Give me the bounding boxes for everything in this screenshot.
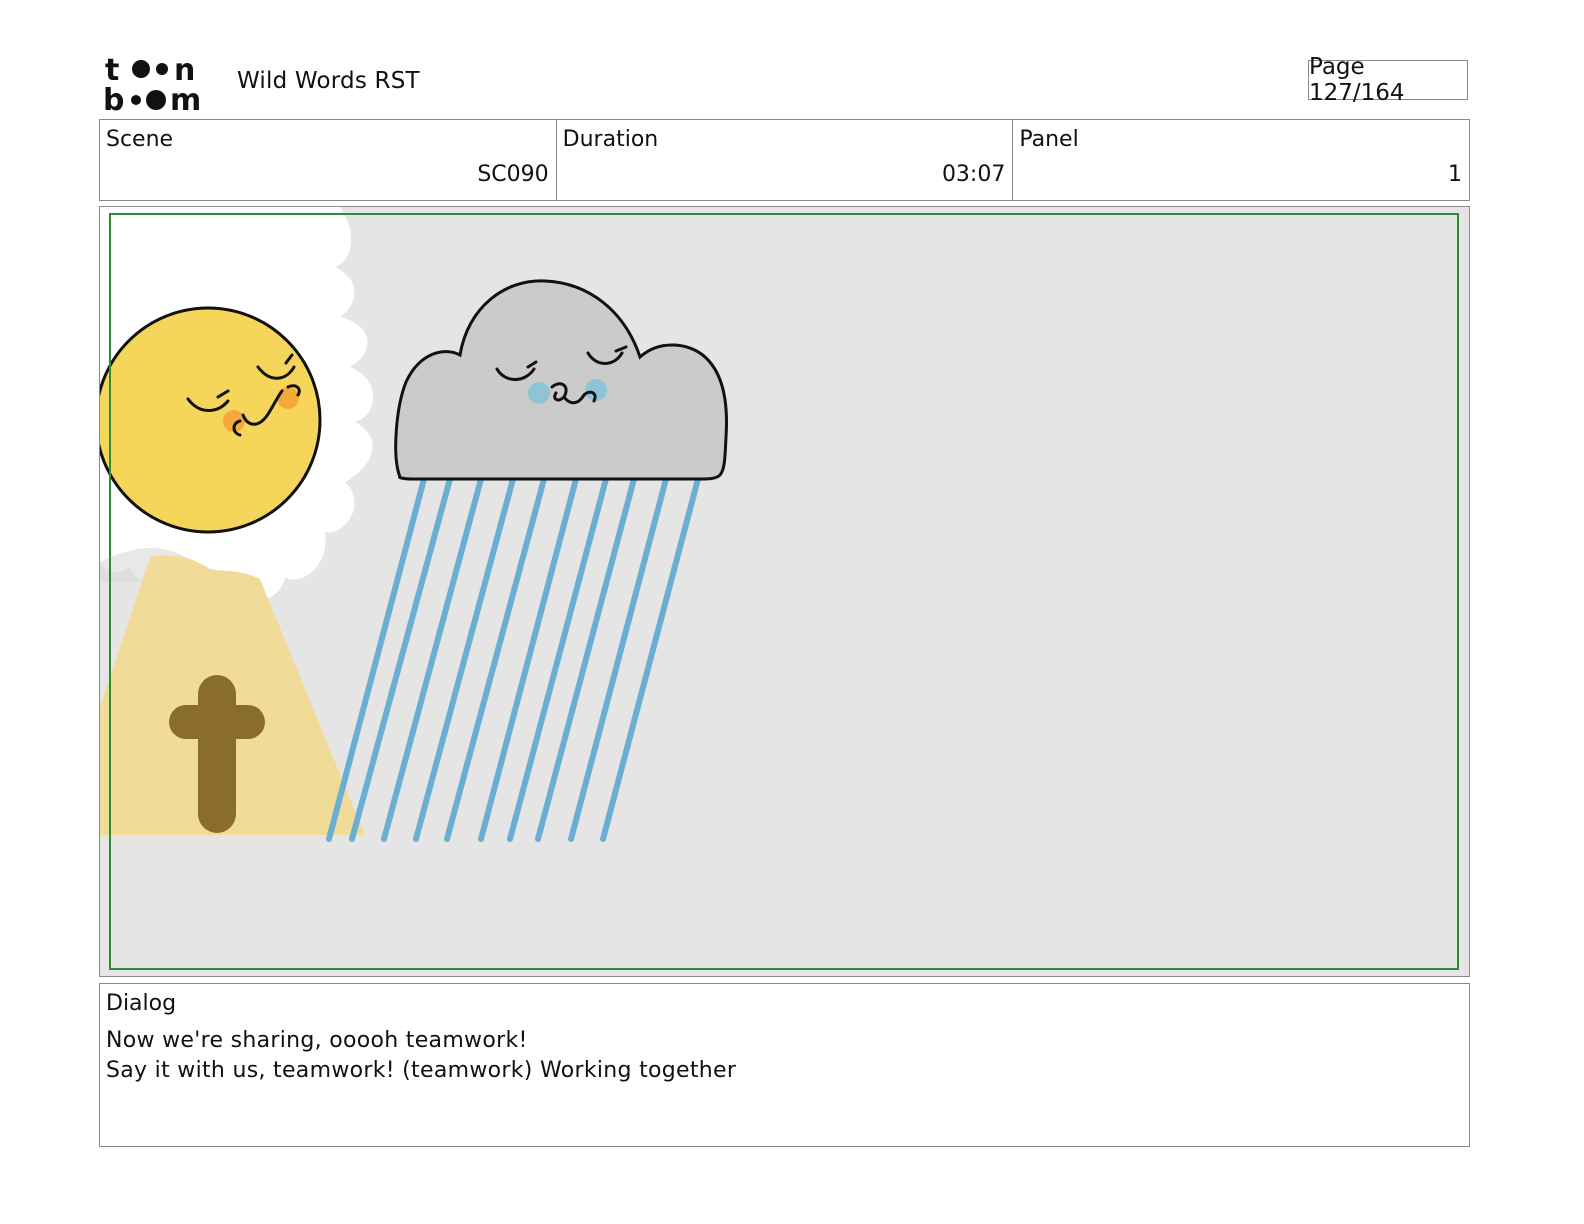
scene-info-table: Scene SC090 Duration 03:07 Panel 1	[99, 119, 1470, 201]
dialog-section: Dialog Now we're sharing, ooooh teamwork…	[99, 983, 1470, 1147]
dialog-line: Now we're sharing, ooooh teamwork!	[106, 1028, 528, 1053]
scene-cell: Scene SC090	[100, 120, 557, 200]
storyboard-panel-image	[99, 206, 1470, 977]
panel-cell: Panel 1	[1013, 120, 1469, 200]
page-indicator: Page 127/164	[1308, 54, 1468, 106]
duration-label: Duration	[562, 127, 659, 152]
panel-value: 1	[1448, 162, 1463, 187]
dialog-line: Say it with us, teamwork! (teamwork) Wor…	[106, 1058, 737, 1083]
dialog-label: Dialog	[106, 991, 177, 1016]
duration-cell: Duration 03:07	[557, 120, 1014, 200]
scene-value: SC090	[477, 162, 549, 187]
svg-text:m: m	[170, 83, 201, 114]
project-title: Wild Words RST	[237, 68, 420, 94]
toonboom-logo: t n b m	[103, 50, 216, 118]
panel-label: Panel	[1019, 127, 1079, 152]
dialog-text: Now we're sharing, ooooh teamwork! Say i…	[106, 1026, 736, 1086]
svg-text:b: b	[104, 83, 124, 114]
duration-value: 03:07	[941, 162, 1006, 187]
scene-label: Scene	[106, 127, 174, 152]
sun-character	[100, 306, 322, 534]
